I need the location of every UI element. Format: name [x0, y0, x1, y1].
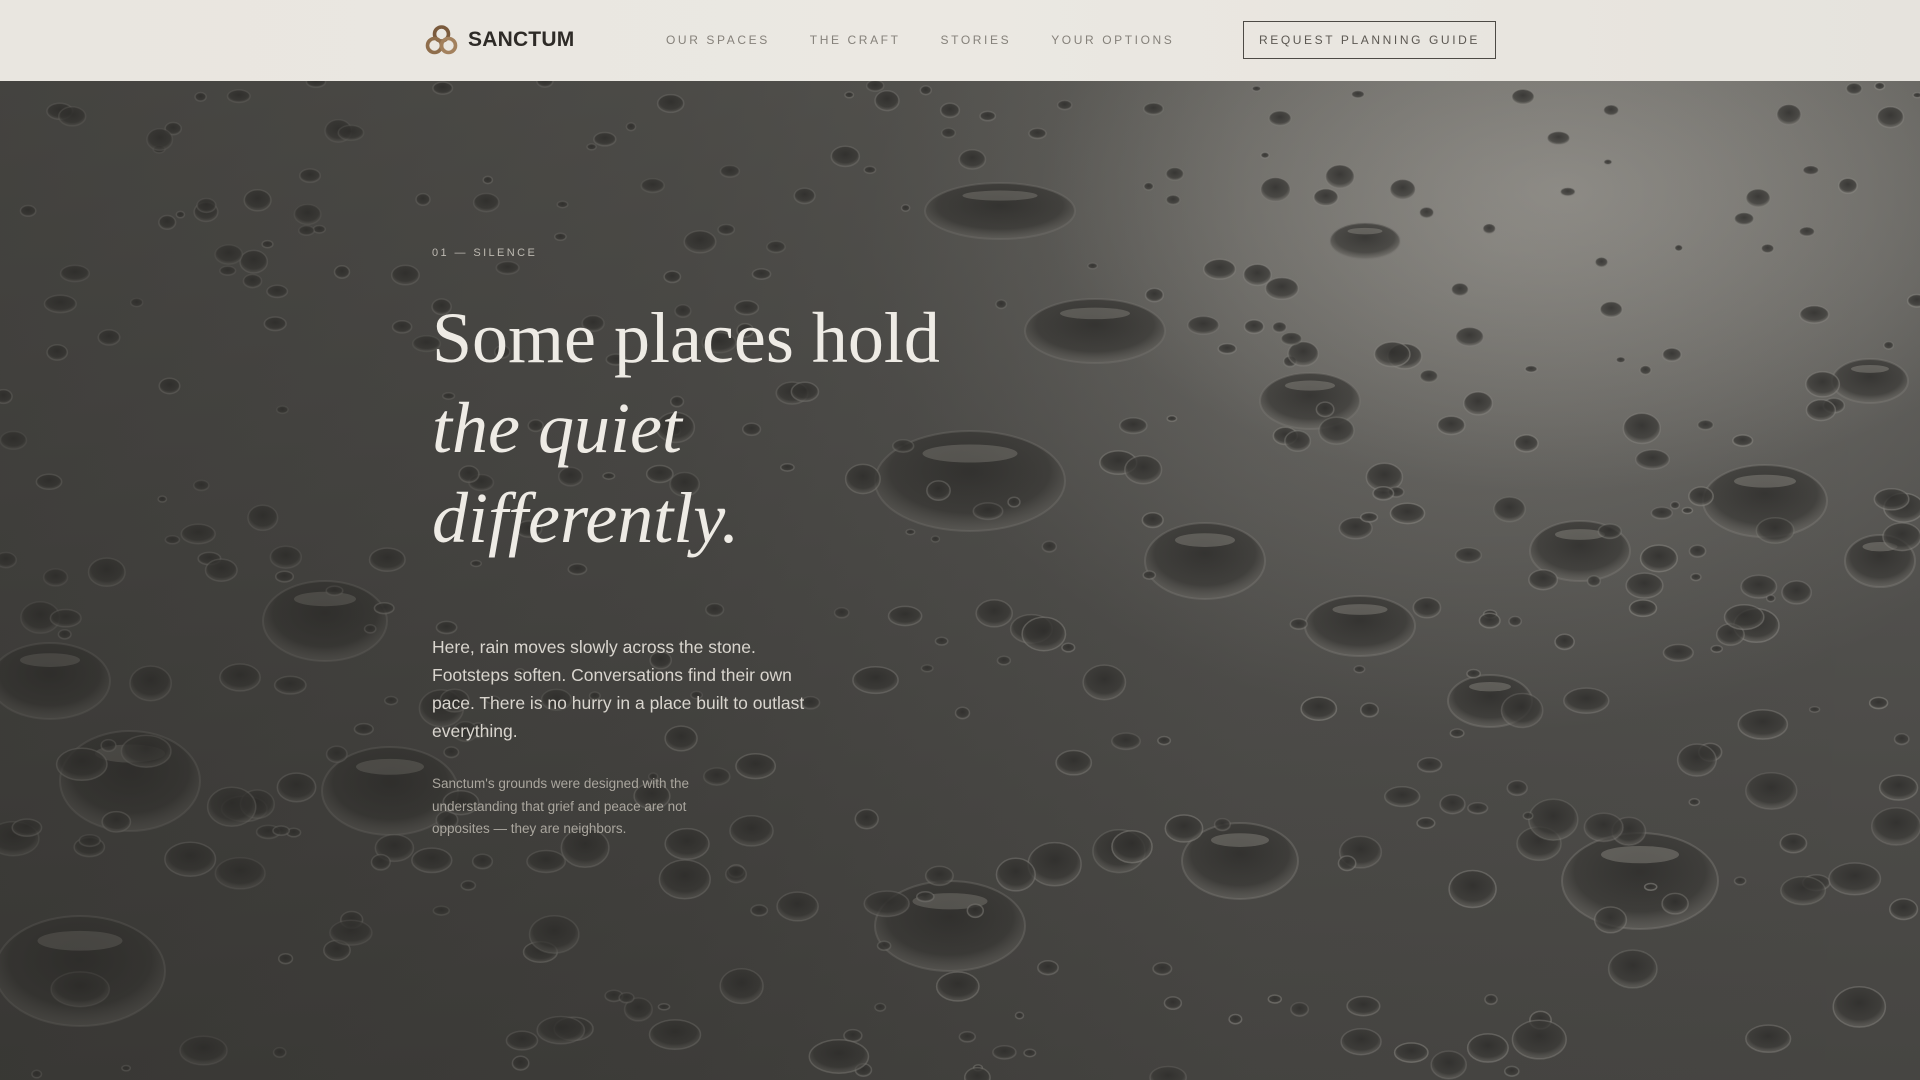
- hero-note: Sanctum's grounds were designed with the…: [432, 776, 689, 836]
- headline-line-3: differently.: [432, 478, 740, 558]
- hero-content: 01 — SILENCE Some places hold the quiet …: [432, 247, 1032, 841]
- nav-link-the-craft[interactable]: THE CRAFT: [810, 33, 901, 47]
- brand-name: SANCTUM: [468, 28, 575, 51]
- main-nav: OUR SPACES THE CRAFT STORIES YOUR OPTION…: [666, 33, 1174, 47]
- nav-link-your-options[interactable]: YOUR OPTIONS: [1051, 33, 1174, 47]
- brand-logo-link[interactable]: SANCTUM: [425, 22, 574, 58]
- hero-headline: Some places hold the quiet differently.: [432, 293, 1032, 563]
- headline-line-2: the quiet: [432, 388, 682, 468]
- headline-line-1: Some places hold: [432, 298, 940, 378]
- nav-link-our-spaces[interactable]: OUR SPACES: [666, 33, 770, 47]
- hero-section: 01 — SILENCE Some places hold the quiet …: [0, 81, 1920, 1080]
- nav-link-stories[interactable]: STORIES: [941, 33, 1012, 47]
- section-eyebrow: 01 — SILENCE: [432, 247, 538, 259]
- site-header: SANCTUM OUR SPACES THE CRAFT STORIES YOU…: [0, 0, 1920, 81]
- request-planning-guide-button[interactable]: REQUEST PLANNING GUIDE: [1243, 21, 1496, 59]
- three-ring-knot-icon: [425, 25, 458, 55]
- hero-lead-paragraph: Here, rain moves slowly across the stone…: [432, 637, 805, 741]
